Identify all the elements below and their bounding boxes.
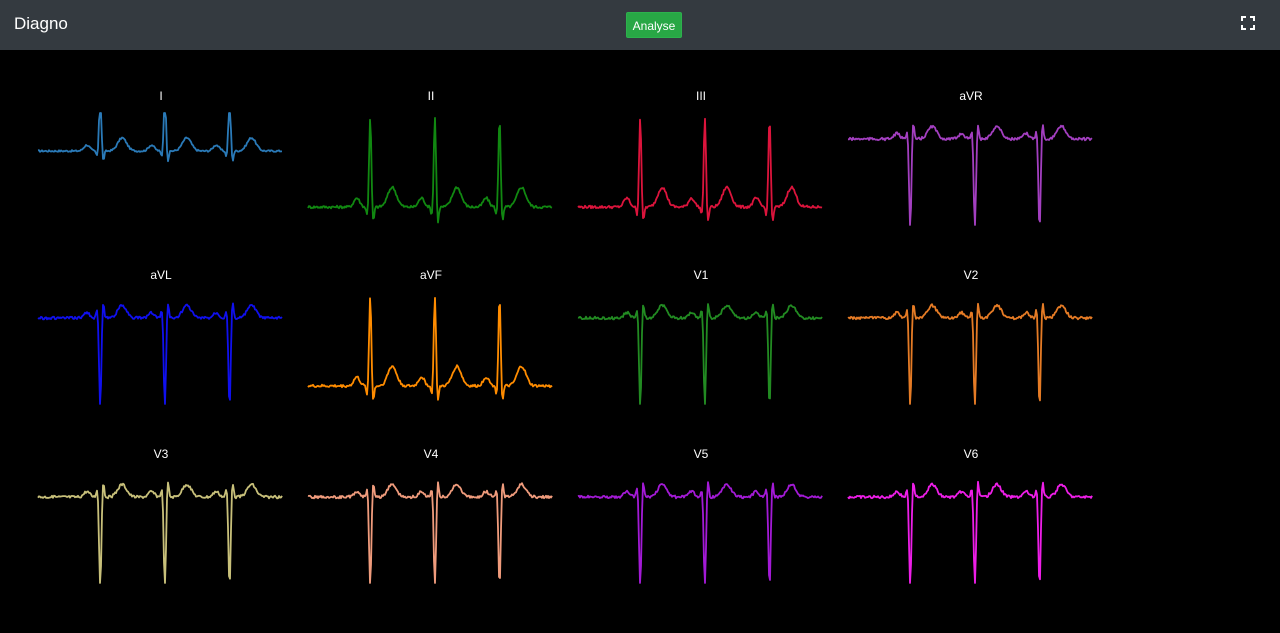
lead-v2-trace <box>847 302 1093 405</box>
lead-v5-panel: V5 <box>576 447 826 597</box>
lead-avl-waveform <box>37 302 283 405</box>
lead-ii-waveform <box>307 117 553 224</box>
app-brand[interactable]: Diagno <box>14 14 68 34</box>
lead-ii-label: II <box>427 89 435 103</box>
lead-v1-waveform <box>577 303 823 405</box>
lead-i-trace <box>37 112 282 163</box>
lead-v6-trace <box>847 480 1093 584</box>
lead-avr-waveform <box>847 124 1093 226</box>
lead-v2-panel: V2 <box>846 268 1096 418</box>
lead-v3-label: V3 <box>153 447 169 461</box>
lead-v2-waveform <box>847 302 1093 405</box>
top-navbar: Diagno Analyse <box>0 0 1280 50</box>
lead-v1-label: V1 <box>693 268 709 282</box>
lead-v4-panel: V4 <box>306 447 556 597</box>
lead-i-panel: I <box>36 89 286 239</box>
lead-avf-label: aVF <box>419 268 442 282</box>
lead-v4-waveform <box>307 481 553 584</box>
lead-iii-panel: III <box>576 89 826 239</box>
lead-avl-trace <box>37 302 283 405</box>
lead-avf-trace <box>307 297 553 401</box>
lead-v4-trace <box>307 481 553 584</box>
lead-v3-trace <box>37 481 283 584</box>
lead-avl-panel: aVL <box>36 268 286 418</box>
lead-avf-panel: aVF <box>306 268 556 418</box>
lead-v6-waveform <box>847 480 1093 584</box>
lead-iii-trace <box>577 117 823 221</box>
lead-v3-waveform <box>37 481 283 584</box>
lead-ii-panel: II <box>306 89 556 239</box>
lead-ii-trace <box>307 117 553 224</box>
lead-v6-panel: V6 <box>846 447 1096 597</box>
lead-avr-panel: aVR <box>846 89 1096 239</box>
lead-v1-trace <box>577 303 823 405</box>
lead-v1-panel: V1 <box>576 268 826 418</box>
lead-v5-trace <box>577 481 823 584</box>
lead-v6-label: V6 <box>963 447 979 461</box>
lead-avl-label: aVL <box>150 268 172 282</box>
lead-i-waveform <box>37 112 282 163</box>
lead-iii-label: III <box>695 89 706 103</box>
lead-v4-label: V4 <box>423 447 439 461</box>
lead-v2-label: V2 <box>963 268 979 282</box>
lead-avr-trace <box>847 124 1093 226</box>
lead-avr-label: aVR <box>959 89 983 103</box>
lead-avf-waveform <box>307 297 553 401</box>
lead-iii-waveform <box>577 117 823 221</box>
lead-v5-label: V5 <box>693 447 709 461</box>
lead-i-label: I <box>159 89 163 103</box>
analyse-button[interactable]: Analyse <box>626 12 682 38</box>
fullscreen-icon[interactable] <box>1240 15 1256 31</box>
lead-v3-panel: V3 <box>36 447 286 597</box>
lead-v5-waveform <box>577 481 823 584</box>
